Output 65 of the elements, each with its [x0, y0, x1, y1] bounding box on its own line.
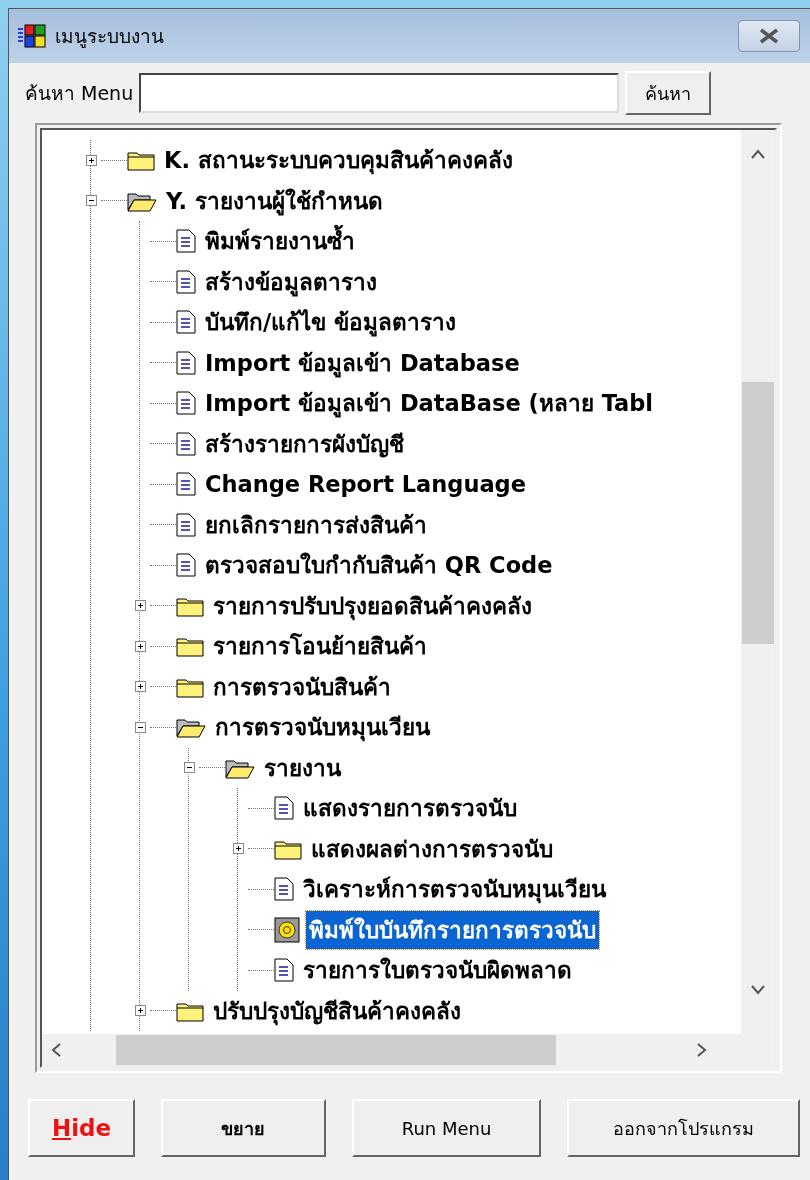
tree-item[interactable]: วิเคราะห์การตรวจนับหมุนเวียน — [300, 870, 609, 909]
scroll-up-icon[interactable] — [750, 148, 766, 160]
expand-icon[interactable] — [134, 600, 146, 612]
tree-item[interactable]: แสดงผลต่างการตรวจนับ — [308, 829, 556, 868]
document-icon — [176, 472, 196, 497]
document-icon — [176, 350, 196, 375]
expand-icon[interactable] — [134, 1005, 146, 1017]
expand-icon[interactable] — [85, 154, 97, 166]
folder-icon — [127, 149, 155, 172]
expand-icon[interactable] — [134, 681, 146, 693]
tree-item[interactable]: รายการใบตรวจนับผิดพลาด — [300, 951, 575, 990]
menu-button[interactable]: ออกจากโปรแกรม — [567, 1099, 800, 1157]
scrollbar-thumb[interactable] — [742, 382, 774, 644]
tree-item[interactable]: K. สถานะระบบควบคุมสินค้าคงคลัง — [161, 141, 516, 180]
tree-item[interactable]: Import ข้อมูลเข้า DataBase (หลาย Tabl — [202, 384, 657, 423]
tree-item[interactable]: Import ข้อมูลเข้า Database — [202, 343, 523, 382]
document-icon — [176, 553, 196, 578]
tree-item[interactable]: สร้างข้อมูลตาราง — [202, 262, 380, 301]
app-logo-icon — [17, 23, 47, 49]
scroll-left-icon[interactable] — [50, 1042, 62, 1058]
document-icon — [176, 431, 196, 456]
document-icon — [176, 269, 196, 294]
document-icon — [176, 391, 196, 416]
document-icon — [176, 310, 196, 335]
horizontal-scrollbar[interactable] — [42, 1034, 741, 1066]
tree-item[interactable]: รายการปรับปรุงยอดสินค้าคงคลัง — [210, 586, 535, 625]
tree-item[interactable]: ตรวจสอบใบกำกับสินค้า QR Code — [202, 546, 556, 585]
collapse-icon[interactable] — [134, 721, 146, 733]
close-button[interactable] — [738, 20, 800, 52]
document-icon — [176, 512, 196, 537]
expand-icon[interactable] — [134, 640, 146, 652]
close-icon — [758, 28, 780, 44]
scroll-right-icon[interactable] — [696, 1042, 708, 1058]
document-icon — [274, 877, 294, 902]
tree-item[interactable]: พิมพ์ใบบันทึกรายการตรวจนับ — [306, 910, 599, 949]
document-icon — [274, 958, 294, 983]
collapse-icon[interactable] — [183, 762, 195, 774]
tree-item[interactable]: รายการโอนย้ายสินค้า — [210, 627, 430, 666]
tree-item[interactable]: พิมพ์รายงานซ้ำ — [202, 222, 358, 261]
tree-item[interactable]: แสดงรายการตรวจนับ — [300, 789, 520, 828]
search-field[interactable] — [139, 73, 620, 113]
tree-item[interactable]: สร้างรายการผังบัญชี — [202, 424, 407, 463]
document-icon — [176, 229, 196, 254]
scrollbar-thumb[interactable] — [116, 1035, 556, 1065]
document-icon — [274, 796, 294, 821]
folder-icon — [176, 635, 204, 658]
tree-item[interactable]: Y. รายงานผู้ใช้กำหนด — [163, 181, 386, 220]
menu-button[interactable]: ขยาย — [160, 1099, 326, 1157]
report-icon — [274, 916, 300, 943]
collapse-icon[interactable] — [85, 195, 97, 207]
tree-item[interactable]: Change Report Language — [202, 470, 529, 499]
tree-item[interactable]: ยกเลิกรายการส่งสินค้า — [202, 505, 430, 544]
expand-icon[interactable] — [232, 843, 244, 855]
tree-item[interactable]: บันทึก/แก้ไข ข้อมูลตาราง — [202, 303, 460, 342]
tree-item[interactable]: การตรวจนับหมุนเวียน — [212, 708, 433, 747]
tree-item[interactable]: การตรวจนับสินค้า — [210, 667, 394, 706]
tree-item[interactable]: ปรับปรุงบัญชีสินค้าคงคลัง — [210, 991, 464, 1030]
search-label: ค้นหา Menu — [25, 81, 134, 106]
tree-item[interactable]: รายงาน — [261, 748, 344, 787]
hide-button[interactable]: Hide — [28, 1099, 135, 1157]
scroll-down-icon[interactable] — [750, 984, 766, 996]
search-button[interactable]: ค้นหา — [625, 71, 712, 115]
window-title: เมนูระบบงาน — [55, 24, 165, 50]
menu-button[interactable]: Run Menu — [352, 1099, 542, 1157]
open-folder-icon — [176, 716, 206, 739]
